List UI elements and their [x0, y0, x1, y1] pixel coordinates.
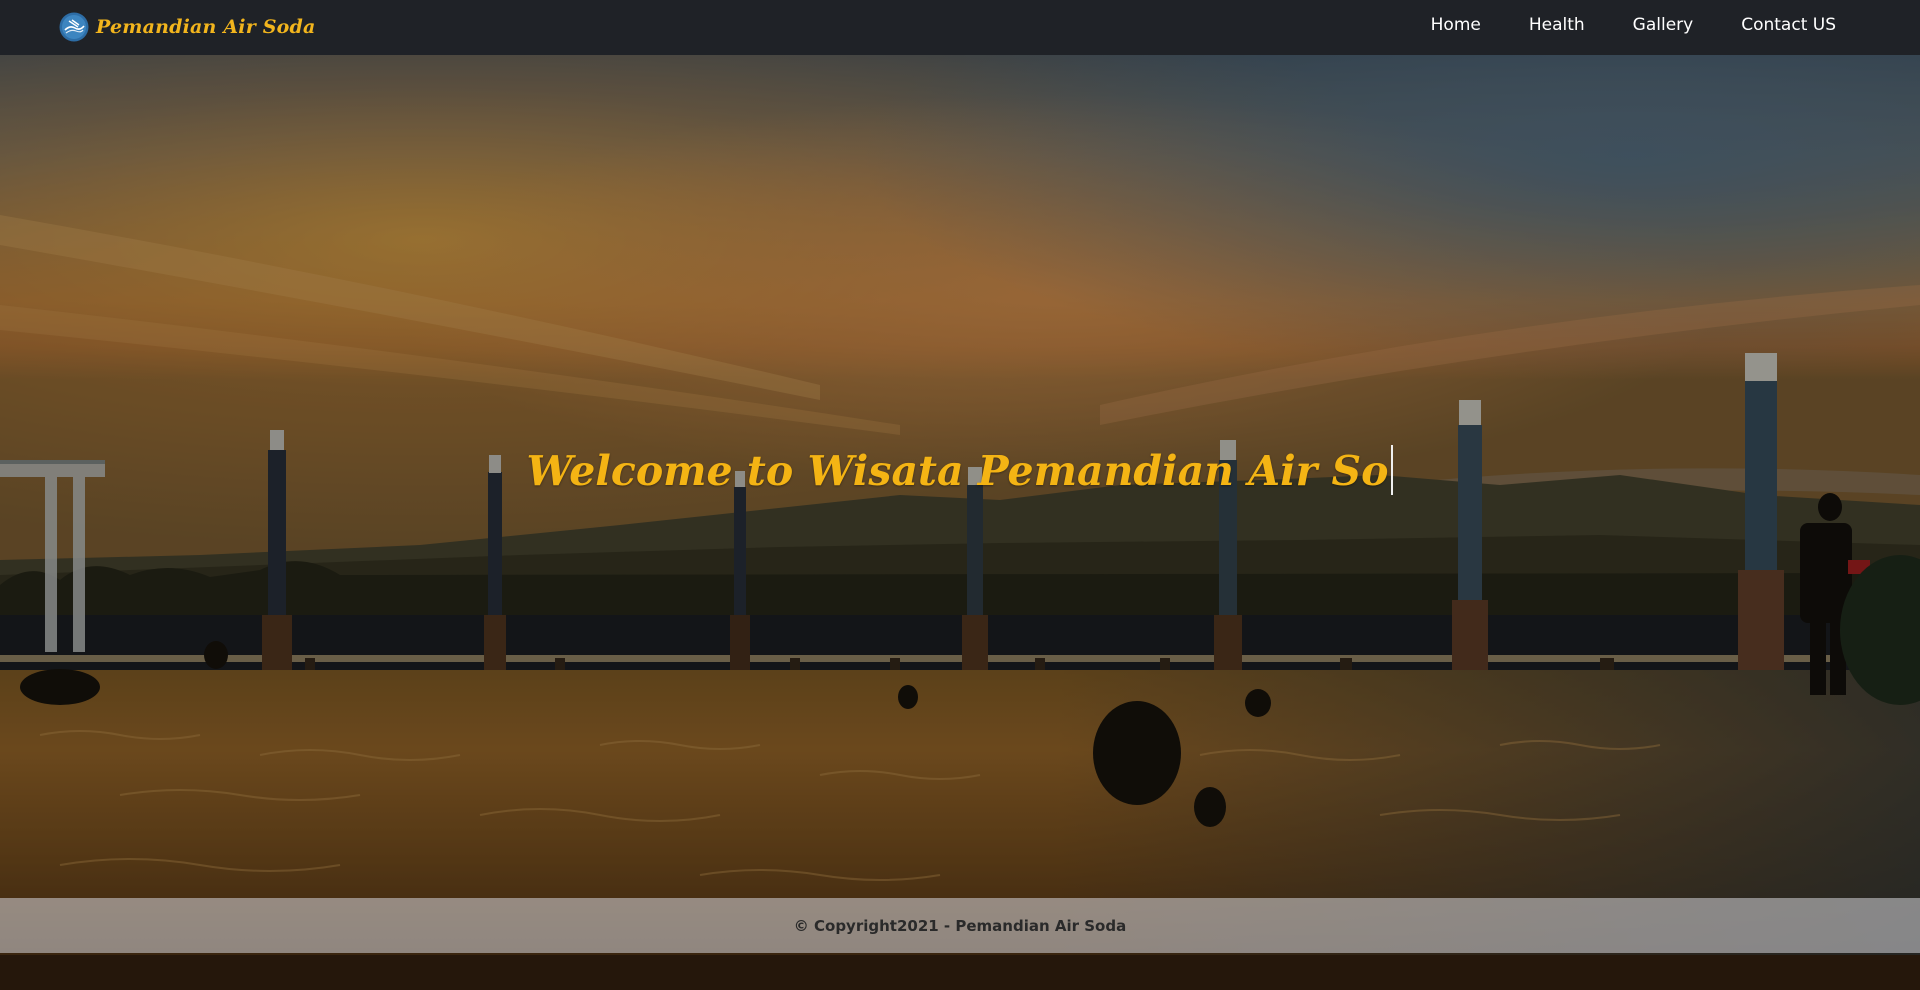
hero-title-text: Welcome to Wisata Pemandian Air So [526, 447, 1389, 495]
hero-title: Welcome to Wisata Pemandian Air So [0, 442, 1920, 500]
page: Pemandian Air Soda Home Health Gallery C… [0, 0, 1920, 990]
nav-link-contact[interactable]: Contact US [1741, 15, 1836, 35]
nav-link-health[interactable]: Health [1529, 15, 1585, 35]
brand-name: Pemandian Air Soda [96, 16, 316, 38]
brand-link[interactable]: Pemandian Air Soda [59, 11, 316, 43]
nav-link-gallery[interactable]: Gallery [1633, 15, 1694, 35]
nav-menu: Home Health Gallery Contact US [1431, 0, 1836, 50]
typing-caret [1391, 445, 1394, 495]
hero-dim-overlay [0, 55, 1920, 990]
navbar: Pemandian Air Soda Home Health Gallery C… [0, 0, 1920, 55]
footer: © Copyright2021 - Pemandian Air Soda [0, 898, 1920, 953]
brand-logo-icon [59, 12, 89, 42]
hero-section: Welcome to Wisata Pemandian Air So [0, 55, 1920, 990]
nav-link-home[interactable]: Home [1431, 15, 1481, 35]
footer-copyright: © Copyright2021 - Pemandian Air Soda [793, 916, 1127, 935]
